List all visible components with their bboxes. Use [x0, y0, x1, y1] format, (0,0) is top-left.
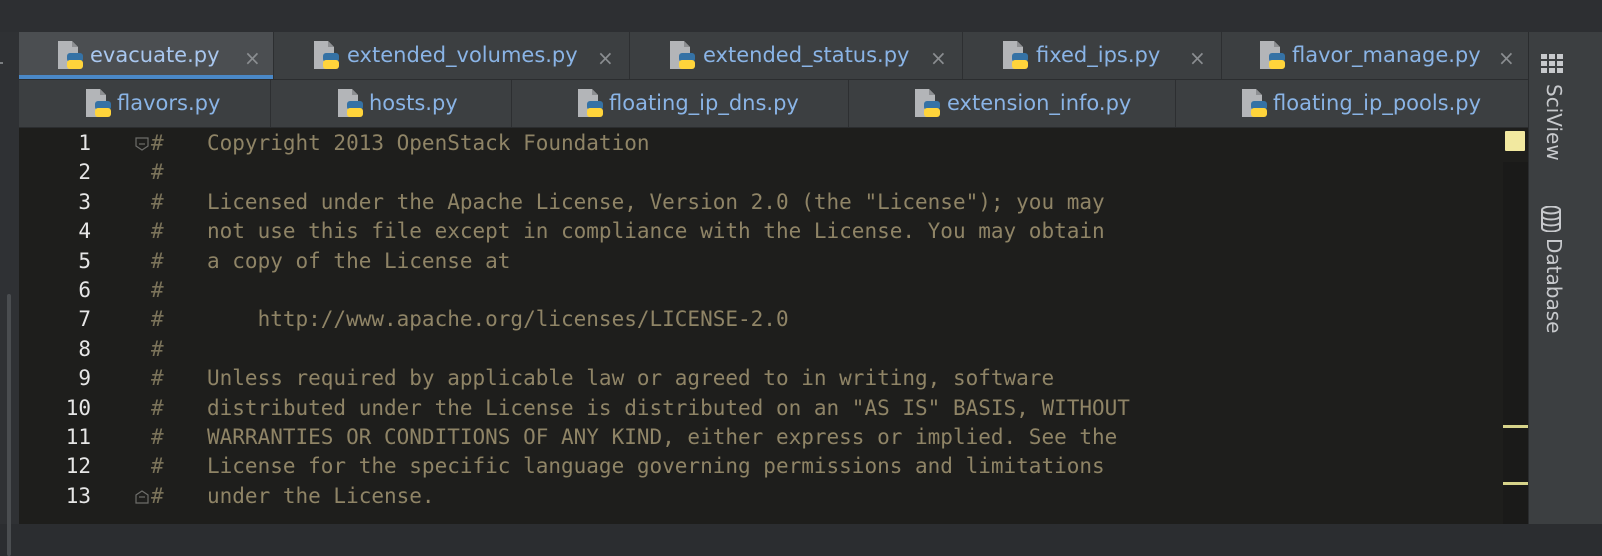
comment-marker: #	[151, 454, 164, 479]
line-number: 7	[78, 307, 91, 332]
line-number: 2	[78, 160, 91, 185]
grid-icon	[1541, 54, 1563, 73]
tab-label: extended_volumes.py	[347, 43, 578, 67]
tab-label: flavors.py	[117, 91, 221, 115]
python-file-icon	[670, 41, 695, 69]
sciview-tool-button[interactable]: SciView	[1542, 84, 1566, 161]
line-number: 4	[78, 219, 91, 244]
tab-row-1: evacuate.py × extended_volumes.py × exte…	[19, 32, 1564, 80]
active-tab-underline	[19, 75, 273, 79]
tab-floating-ip-pools[interactable]: floating_ip_pools.py	[1176, 80, 1531, 127]
fold-marker-icon[interactable]	[135, 490, 149, 504]
code-line[interactable]: distributed under the License is distrib…	[207, 396, 1130, 420]
tab-label: extended_status.py	[703, 43, 910, 67]
comment-marker: #	[151, 160, 164, 185]
tab-label: evacuate.py	[90, 43, 220, 67]
python-file-icon	[578, 89, 603, 117]
line-number: 6	[78, 278, 91, 302]
right-tool-window-bar: SciView Database	[1528, 32, 1602, 524]
close-icon[interactable]: ×	[930, 48, 947, 68]
tab-label: floating_ip_pools.py	[1273, 91, 1482, 115]
fold-marker-icon[interactable]	[135, 137, 149, 151]
comment-marker: #	[151, 425, 164, 449]
close-icon[interactable]: ×	[244, 48, 261, 68]
comment-marker: #	[151, 248, 164, 273]
line-number: 5	[78, 248, 91, 273]
editor-tabs: evacuate.py × extended_volumes.py × exte…	[19, 32, 1564, 128]
tab-row-2: flavors.py hosts.py floating_ip_dns.py e…	[19, 80, 1564, 128]
line-number: 10	[65, 395, 91, 420]
tab-evacuate[interactable]: evacuate.py ×	[19, 32, 274, 79]
python-file-icon	[58, 41, 83, 69]
line-number: 3	[78, 189, 91, 214]
comment-marker: #	[151, 131, 164, 155]
tab-label: flavor_manage.py	[1292, 43, 1481, 67]
left-scrollbar[interactable]	[7, 294, 11, 556]
error-stripe-scrollbar[interactable]	[1503, 162, 1528, 524]
line-number: 9	[78, 366, 91, 391]
code-line[interactable]: Unless required by applicable law or agr…	[207, 366, 1054, 390]
database-icon	[1541, 206, 1561, 232]
code-line[interactable]: not use this file except in compliance w…	[207, 219, 1105, 243]
tab-extension-info[interactable]: extension_info.py	[849, 80, 1176, 127]
error-stripe-mark[interactable]	[1503, 482, 1528, 485]
tab-floating-ip-dns[interactable]: floating_ip_dns.py	[512, 80, 849, 127]
python-file-icon	[915, 89, 940, 117]
code-line[interactable]: Copyright 2013 OpenStack Foundation	[207, 131, 650, 155]
warning-square-icon[interactable]	[1505, 131, 1525, 151]
left-tool-strip	[0, 32, 20, 556]
tab-flavors[interactable]: flavors.py	[19, 80, 271, 127]
python-file-icon	[1242, 89, 1267, 117]
tab-extended-volumes[interactable]: extended_volumes.py ×	[274, 32, 630, 79]
window-title-bar	[0, 0, 1602, 33]
line-number: 12	[65, 454, 91, 479]
tab-extended-status[interactable]: extended_status.py ×	[630, 32, 963, 79]
code-line[interactable]: License for the specific language govern…	[207, 454, 1105, 478]
python-file-icon	[1003, 41, 1028, 69]
comment-marker: #	[151, 483, 164, 508]
line-number: 8	[78, 336, 91, 361]
comment-marker: #	[151, 336, 164, 361]
code-line[interactable]: under the License.	[207, 484, 435, 508]
comment-marker: #	[151, 219, 164, 244]
left-strip-marker	[0, 62, 3, 64]
line-number: 13	[65, 483, 91, 508]
line-number: 1	[78, 131, 91, 155]
comment-marker: #	[151, 278, 164, 302]
python-file-icon	[86, 89, 111, 117]
tab-hosts[interactable]: hosts.py	[271, 80, 512, 127]
database-tool-button[interactable]: Database	[1542, 238, 1566, 333]
code-line[interactable]: a copy of the License at	[207, 249, 510, 273]
comment-marker: #	[151, 366, 164, 391]
code-line[interactable]: http://www.apache.org/licenses/LICENSE-2…	[207, 307, 789, 331]
python-file-icon	[314, 41, 339, 69]
code-line[interactable]: Licensed under the Apache License, Versi…	[207, 190, 1105, 214]
close-icon[interactable]: ×	[597, 48, 614, 68]
tab-label: fixed_ips.py	[1036, 43, 1161, 67]
tab-label: floating_ip_dns.py	[609, 91, 799, 115]
tab-label: extension_info.py	[947, 91, 1132, 115]
tab-label: hosts.py	[369, 91, 458, 115]
close-icon[interactable]: ×	[1189, 48, 1206, 68]
error-stripe-mark[interactable]	[1503, 425, 1528, 428]
comment-marker: #	[151, 307, 164, 332]
comment-marker: #	[151, 189, 164, 214]
python-file-icon	[338, 89, 363, 117]
code-line[interactable]: WARRANTIES OR CONDITIONS OF ANY KIND, ei…	[207, 425, 1117, 449]
tab-fixed-ips[interactable]: fixed_ips.py ×	[963, 32, 1222, 79]
tab-flavor-manage[interactable]: flavor_manage.py ×	[1222, 32, 1531, 79]
comment-marker: #	[151, 395, 164, 420]
code-editor[interactable]: 1 # Copyright 2013 OpenStack Foundation 2 #3…	[19, 128, 1528, 524]
close-icon[interactable]: ×	[1498, 48, 1515, 68]
python-file-icon	[1260, 41, 1285, 69]
line-number: 11	[65, 425, 91, 449]
